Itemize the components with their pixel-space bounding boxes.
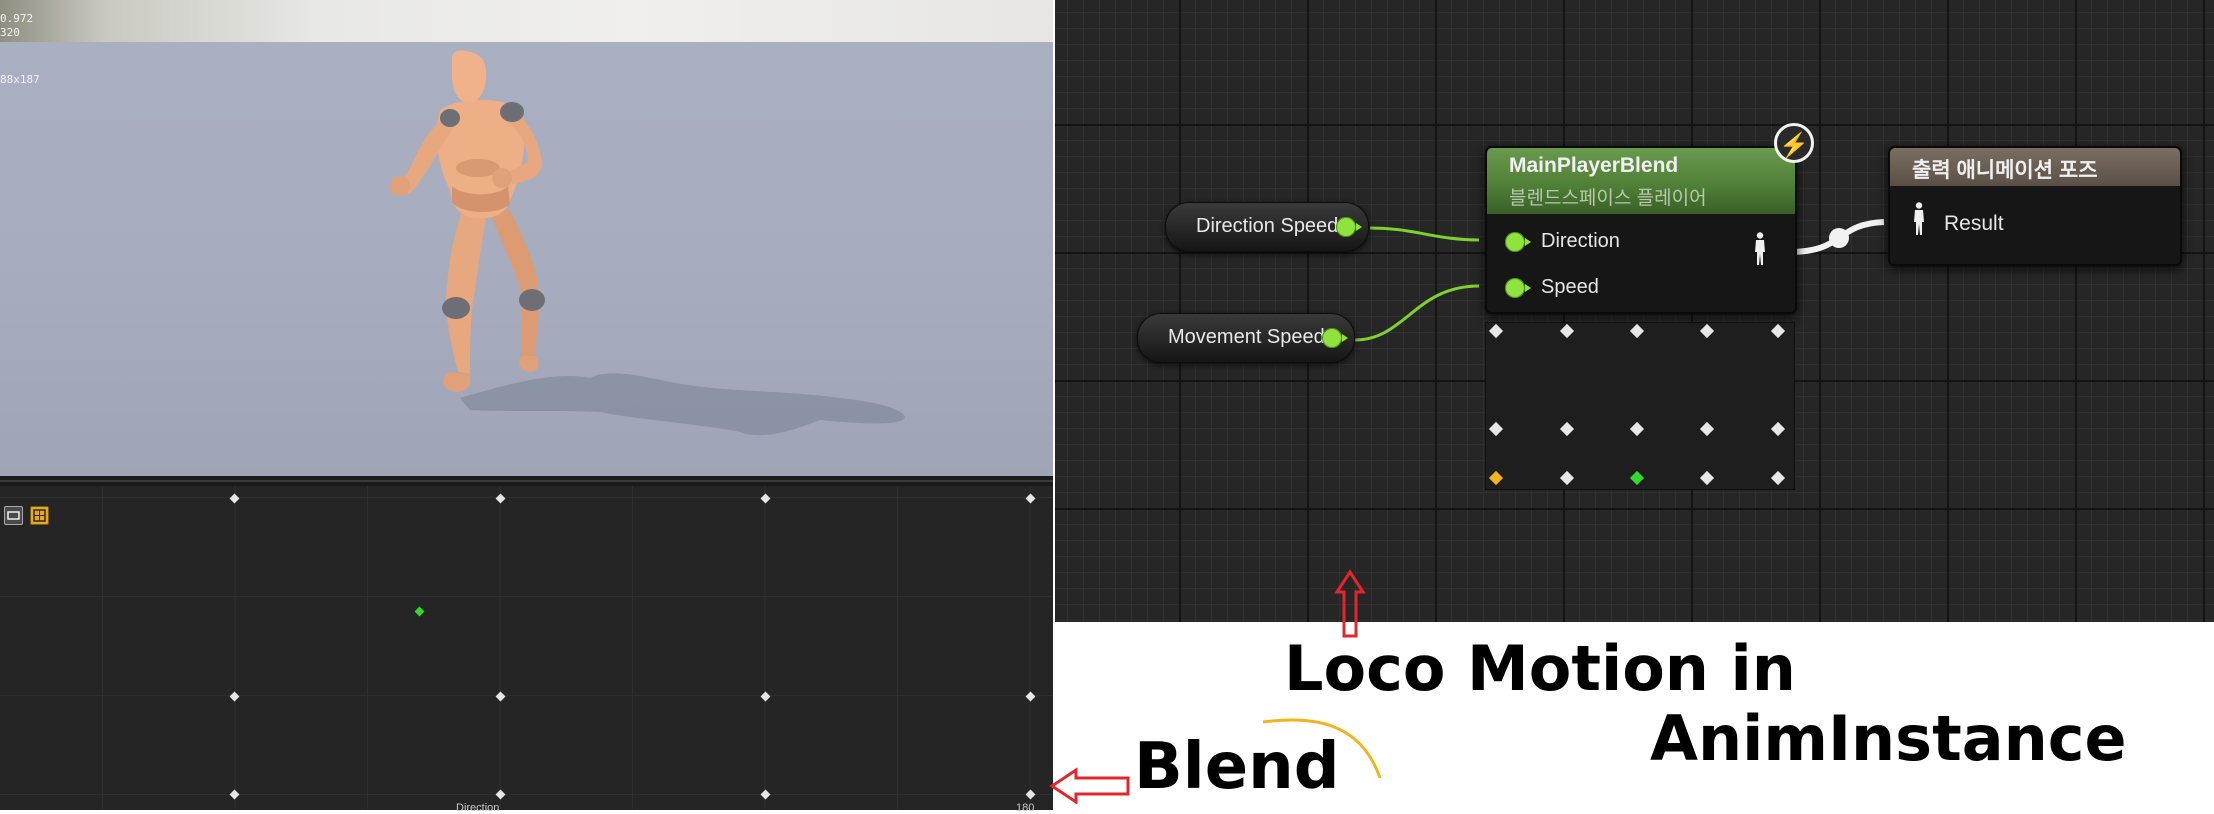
speed-input-pin[interactable] bbox=[1505, 278, 1531, 298]
lightning-icon[interactable]: ⚡ bbox=[1774, 123, 1814, 163]
preview-point bbox=[1488, 323, 1504, 339]
preview-point bbox=[1629, 421, 1645, 437]
preview-point bbox=[1699, 470, 1715, 486]
blend-sample-point[interactable] bbox=[1025, 789, 1036, 800]
blendspace-player-node[interactable]: MainPlayerBlend 블렌드스페이스 플레이어 Direction S… bbox=[1485, 146, 1797, 314]
preview-point bbox=[1699, 323, 1715, 339]
preview-point bbox=[1559, 470, 1575, 486]
preview-point bbox=[1770, 470, 1786, 486]
direction-input-pin[interactable] bbox=[1505, 232, 1531, 252]
node-header: 출력 애니메이션 포즈 bbox=[1890, 148, 2180, 186]
direction-speed-output-pin[interactable] bbox=[1336, 217, 1362, 237]
movement-speed-output-pin[interactable] bbox=[1322, 328, 1348, 348]
wire-direction bbox=[1369, 226, 1480, 242]
frame-icon[interactable] bbox=[4, 506, 23, 525]
blend-sample-point[interactable] bbox=[495, 691, 506, 702]
animation-preview-viewport[interactable]: 0.972 320 88x187 bbox=[0, 0, 1053, 476]
blend-sample-point[interactable] bbox=[229, 789, 240, 800]
annotation-title-line2: AnimInstance bbox=[1650, 702, 2127, 775]
panel-divider-line bbox=[0, 480, 1053, 482]
speed-input-label: Speed bbox=[1541, 276, 1599, 298]
node-title: 출력 애니메이션 포즈 bbox=[1912, 159, 2098, 182]
output-pose-node[interactable]: 출력 애니메이션 포즈 Result bbox=[1888, 146, 2182, 266]
preview-point-selected bbox=[1488, 470, 1504, 486]
result-input-label: Result bbox=[1944, 212, 2004, 235]
movement-speed-node[interactable]: Movement Speed bbox=[1137, 313, 1355, 363]
blend-axis-max-label: 180 bbox=[1016, 802, 1035, 814]
blend-sample-point[interactable] bbox=[760, 493, 771, 504]
preview-point-current bbox=[1629, 470, 1645, 486]
result-input-pin-icon[interactable] bbox=[1912, 202, 1926, 236]
mannequin-shadow bbox=[460, 373, 905, 436]
annotation-blend-label: Blend bbox=[1134, 730, 1340, 804]
preview-point bbox=[1559, 323, 1575, 339]
blend-sample-point[interactable] bbox=[229, 493, 240, 504]
left-arrow-icon bbox=[1049, 767, 1130, 805]
node-subtitle: 블렌드스페이스 플레이어 bbox=[1509, 188, 1707, 209]
mannequin-scene bbox=[390, 50, 905, 436]
annotation-title-line1: Loco Motion in bbox=[1284, 632, 1796, 705]
direction-input-label: Direction bbox=[1541, 230, 1620, 252]
blend-sample-point[interactable] bbox=[1025, 493, 1036, 504]
mannequin-leg-left bbox=[446, 212, 486, 374]
mannequin-leg-right bbox=[490, 210, 539, 358]
preview-point bbox=[1699, 421, 1715, 437]
node-title: MainPlayerBlend bbox=[1509, 154, 1679, 177]
blend-axis-label: Direction bbox=[456, 802, 500, 814]
blend-space-editor[interactable]: Direction 180 bbox=[0, 486, 1053, 814]
preview-point bbox=[1559, 421, 1575, 437]
preview-point bbox=[1629, 323, 1645, 339]
blendspace-preview-grid bbox=[1485, 322, 1795, 490]
direction-speed-label: Direction Speed bbox=[1196, 215, 1339, 237]
preview-point bbox=[1488, 421, 1504, 437]
blend-sample-point[interactable] bbox=[760, 789, 771, 800]
blend-sample-point[interactable] bbox=[760, 691, 771, 702]
blend-sample-point[interactable] bbox=[495, 789, 506, 800]
direction-speed-node[interactable]: Direction Speed bbox=[1165, 202, 1369, 252]
anim-graph-editor[interactable]: Direction Speed Movement Speed MainPlaye… bbox=[1055, 0, 2214, 622]
grid-icon[interactable] bbox=[30, 506, 49, 525]
movement-speed-label: Movement Speed bbox=[1168, 326, 1325, 348]
pose-output-icon[interactable] bbox=[1753, 232, 1767, 266]
blend-sample-point[interactable] bbox=[229, 691, 240, 702]
preview-point bbox=[1770, 421, 1786, 437]
blend-sample-point[interactable] bbox=[1025, 691, 1036, 702]
mannequin-head bbox=[452, 50, 487, 103]
blend-sample-point[interactable] bbox=[495, 493, 506, 504]
node-header: MainPlayerBlend 블렌드스페이스 플레이어 bbox=[1487, 148, 1795, 214]
blend-preview-point[interactable] bbox=[414, 606, 425, 617]
preview-point bbox=[1770, 323, 1786, 339]
wire-speed bbox=[1354, 284, 1480, 342]
